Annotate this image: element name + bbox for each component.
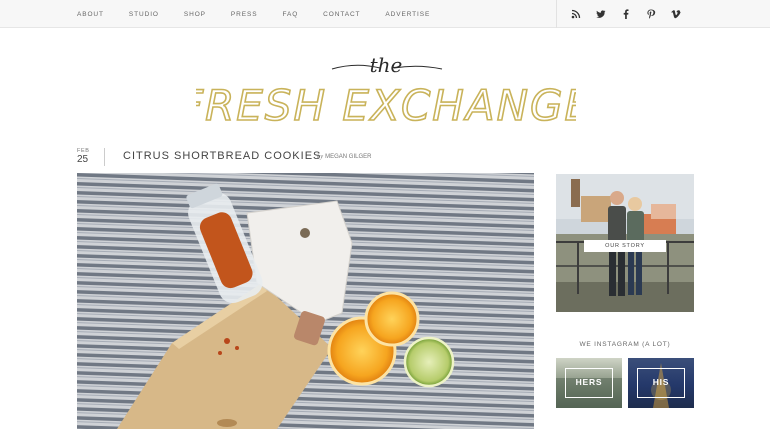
byline-prefix: by (317, 153, 324, 160)
twitter-icon[interactable] (595, 8, 607, 20)
post-author[interactable]: MEGAN GILGER (325, 154, 371, 160)
rss-icon[interactable] (570, 8, 582, 20)
post-byline: by MEGAN GILGER (317, 153, 371, 160)
logo-lettering: the FRESH EXCHANGE (178, 53, 592, 131)
instagram-hers-tile[interactable]: HERS (556, 358, 622, 408)
nav-studio[interactable]: STUDIO (129, 11, 159, 18)
logo-script-word: the (370, 53, 403, 77)
our-story-button[interactable]: OUR STORY (584, 240, 666, 252)
nav-shop[interactable]: SHOP (184, 11, 206, 18)
post-title[interactable]: CITRUS SHORTBREAD COOKIES (123, 150, 321, 162)
vimeo-icon[interactable] (670, 8, 682, 20)
site-logo[interactable]: the FRESH EXCHANGE (178, 50, 592, 131)
post-day: 25 (77, 154, 89, 165)
nav-press[interactable]: PRESS (231, 11, 258, 18)
top-bar: ABOUT STUDIO SHOP PRESS FAQ CONTACT ADVE… (0, 0, 770, 28)
hero-photo (77, 173, 534, 429)
pinterest-icon[interactable] (645, 8, 657, 20)
main-nav: ABOUT STUDIO SHOP PRESS FAQ CONTACT ADVE… (77, 0, 455, 28)
social-links (556, 0, 770, 28)
date-divider (104, 148, 105, 166)
facebook-icon[interactable] (620, 8, 632, 20)
instagram-his-tile[interactable]: HIS (628, 358, 694, 408)
nav-about[interactable]: ABOUT (77, 11, 104, 18)
post-date: FEB 25 (77, 148, 101, 165)
nav-contact[interactable]: CONTACT (323, 11, 360, 18)
nav-faq[interactable]: FAQ (282, 11, 298, 18)
his-label: HIS (637, 368, 685, 398)
about-us-photo[interactable]: OUR STORY (556, 174, 694, 312)
hers-label: HERS (565, 368, 613, 398)
logo-title: FRESH EXCHANGE (196, 81, 576, 130)
nav-advertise[interactable]: ADVERTISE (385, 11, 430, 18)
instagram-heading: WE INSTAGRAM (A LOT) (579, 341, 671, 348)
post-hero-image[interactable] (77, 173, 534, 429)
